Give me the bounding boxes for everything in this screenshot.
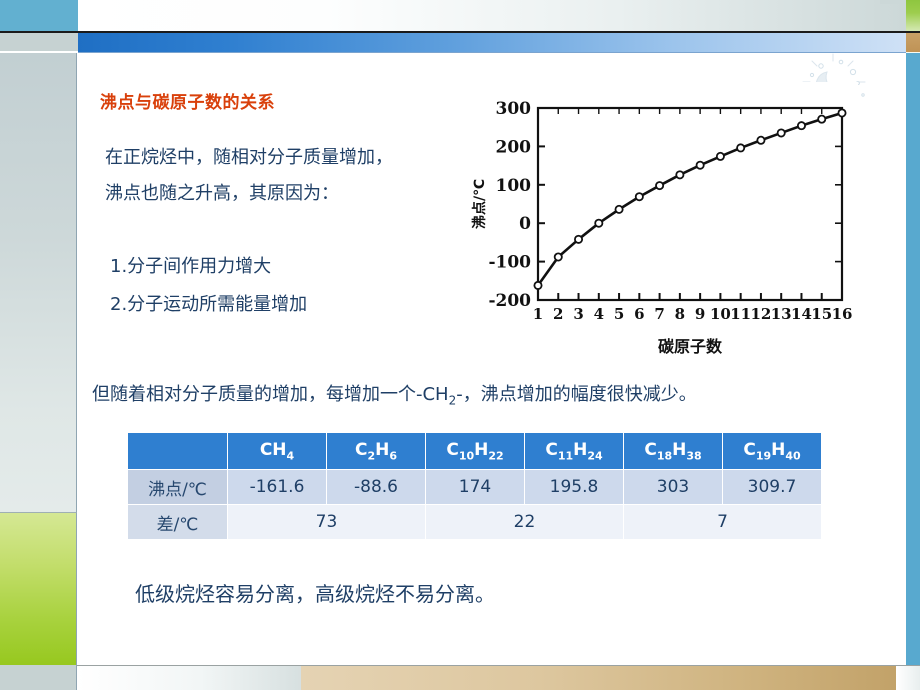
svg-text:-100: -100: [488, 253, 531, 273]
boiling-point-table: CH4 C2H6 C10H22 C11H24 C18H38 C19H40 沸点/…: [127, 432, 822, 540]
table-header-row: CH4 C2H6 C10H22 C11H24 C18H38 C19H40: [127, 432, 822, 470]
svg-text:13: 13: [771, 305, 792, 323]
table-cell: 22: [425, 504, 624, 540]
table-cell: 73: [227, 504, 426, 540]
svg-text:7: 7: [654, 305, 664, 323]
svg-text:5: 5: [614, 305, 624, 323]
ch2-note-paragraph: 但随着相对分子质量的增加，每增加一个-CH2-，沸点增加的幅度很快减少。: [92, 380, 882, 408]
bottom-white-band: [77, 666, 301, 690]
svg-text:沸点/℃: 沸点/℃: [471, 179, 488, 229]
table-cell: -161.6: [227, 469, 327, 505]
top-right-tan-block: [906, 33, 920, 52]
svg-text:11: 11: [730, 305, 751, 323]
svg-text:1: 1: [533, 305, 543, 323]
table-col-header-c2h6: C2H6: [326, 432, 426, 470]
svg-text:-200: -200: [488, 291, 531, 311]
table-row: 沸点/℃ -161.6 -88.6 174 195.8 303 309.7: [127, 469, 822, 505]
table-row: 差/℃ 73 22 7: [127, 504, 822, 540]
svg-text:8: 8: [675, 305, 685, 323]
table-col-header-c10h22: C10H22: [425, 432, 525, 470]
left-green-block: [0, 512, 77, 665]
table-row-label-difference: 差/℃: [127, 504, 228, 540]
top-left-blue-block: [0, 0, 78, 31]
boiling-point-chart: -200 -100 0 100 200 300 1 2 3 4 5 6 7 8 9 10 11 12 13 14 15 1…: [466, 82, 858, 357]
conclusion-paragraph: 低级烷烃容易分离，高级烷烃不易分离。: [135, 582, 495, 606]
bottom-tan-band: [301, 666, 896, 690]
table-col-header-ch4: CH4: [227, 432, 327, 470]
intro-paragraph: 在正烷烃中，随相对分子质量增加， 沸点也随之升高，其原因为：: [105, 140, 465, 212]
intro-line-2: 沸点也随之升高，其原因为：: [105, 183, 339, 204]
ch2-note-after: -，沸点增加的幅度很快减少。: [456, 384, 697, 405]
slide: 沸点与碳原子数的关系 在正烷烃中，随相对分子质量增加， 沸点也随之升高，其原因为…: [0, 0, 920, 690]
top-right-grey-chip: [880, 0, 906, 4]
right-blue-band: [906, 53, 920, 665]
svg-text:0: 0: [519, 214, 531, 234]
bottom-right-white-chip: [896, 666, 920, 690]
table-corner-cell: [127, 432, 228, 470]
table-col-header-c18h38: C18H38: [623, 432, 723, 470]
table-cell: -88.6: [326, 469, 426, 505]
svg-text:100: 100: [496, 176, 532, 196]
svg-text:15: 15: [811, 305, 832, 323]
svg-text:9: 9: [695, 305, 705, 323]
table-cell: 7: [623, 504, 822, 540]
ch2-note-before: 但随着相对分子质量的增加，每增加一个-CH: [92, 384, 449, 405]
reason-list: 1.分子间作用力增大 2.分子运动所需能量增加: [110, 248, 470, 324]
table-cell: 195.8: [524, 469, 624, 505]
top-white-band: [78, 0, 906, 31]
left-grey-band: [0, 53, 77, 512]
list-item: 1.分子间作用力增大: [110, 256, 272, 277]
intro-line-1: 在正烷烃中，随相对分子质量增加，: [105, 147, 393, 168]
svg-text:碳原子数: 碳原子数: [658, 337, 723, 356]
svg-text:3: 3: [573, 305, 583, 323]
boiling-point-chart-svg: -200-10001002003001 2 3 4 5 6 7 8 9 10 11 12 13 14 15 1…: [471, 99, 853, 356]
left-top-grey-chip: [0, 33, 78, 51]
header-blue-bar: [78, 33, 906, 52]
svg-text:2: 2: [553, 305, 563, 323]
svg-text:200: 200: [496, 137, 532, 157]
header-blue-bar-edge: [78, 52, 906, 53]
svg-text:10: 10: [710, 305, 731, 323]
svg-text:12: 12: [750, 305, 771, 323]
svg-text:16: 16: [832, 305, 853, 323]
table-col-header-c11h24: C11H24: [524, 432, 624, 470]
svg-text:4: 4: [594, 305, 604, 323]
svg-text:300: 300: [496, 99, 532, 119]
table-cell: 303: [623, 469, 723, 505]
page-title: 沸点与碳原子数的关系: [100, 93, 275, 113]
svg-text:6: 6: [634, 305, 644, 323]
table-cell: 174: [425, 469, 525, 505]
table-row-label-boiling-point: 沸点/℃: [127, 469, 228, 505]
svg-text:14: 14: [791, 305, 812, 323]
list-item: 2.分子运动所需能量增加: [110, 294, 308, 315]
right-white-gutter: [896, 53, 906, 665]
table-cell: 309.7: [722, 469, 822, 505]
table-col-header-c19h40: C19H40: [722, 432, 822, 470]
left-bottom-grey-chip: [0, 665, 77, 690]
